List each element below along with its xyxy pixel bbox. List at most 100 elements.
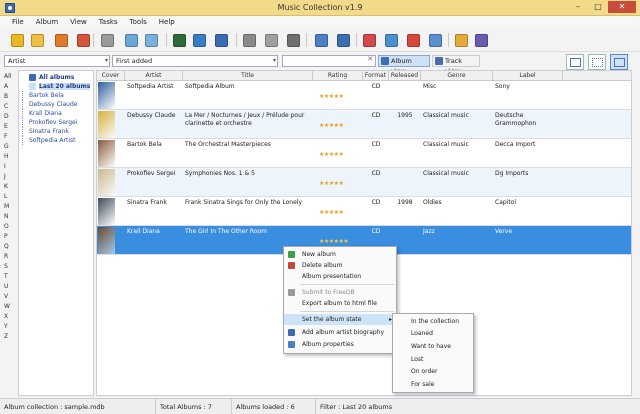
alpha-t[interactable]: T bbox=[4, 272, 16, 282]
close-button[interactable]: ✕ bbox=[608, 1, 636, 13]
alpha-m[interactable]: M bbox=[4, 202, 16, 212]
search-album-button[interactable] bbox=[28, 31, 46, 49]
column-format[interactable]: Format bbox=[363, 71, 389, 81]
add-album-button[interactable] bbox=[8, 31, 26, 49]
menu-export-html[interactable]: Export album to html file bbox=[284, 298, 396, 309]
menu-add-biography[interactable]: Add album artist biography bbox=[284, 327, 396, 338]
alpha-e[interactable]: E bbox=[4, 122, 16, 132]
layout-cover-button[interactable] bbox=[566, 54, 584, 70]
tree-last-20-albums[interactable]: Last 20 albums bbox=[19, 82, 93, 91]
table-row[interactable]: Bartok Bela The Orchestral Masterpieces CD… bbox=[97, 139, 631, 168]
column-rating[interactable]: Rating bbox=[313, 71, 363, 81]
menu-album[interactable]: Album bbox=[30, 16, 64, 28]
folder-button[interactable] bbox=[212, 31, 230, 49]
rating-stars[interactable]: ★★★★★ bbox=[319, 93, 344, 100]
column-genre[interactable]: Genre bbox=[421, 71, 493, 81]
alpha-p[interactable]: P bbox=[4, 232, 16, 242]
table-row[interactable]: Debussy Claude La Mer / Nocturnes / Jeux … bbox=[97, 110, 631, 139]
alpha-v[interactable]: V bbox=[4, 292, 16, 302]
column-cover[interactable]: Cover bbox=[97, 71, 125, 81]
tree-artist-item[interactable]: Krall Diana bbox=[19, 109, 93, 118]
alpha-l[interactable]: L bbox=[4, 192, 16, 202]
alpha-all[interactable]: All bbox=[4, 72, 16, 82]
find-button[interactable] bbox=[122, 31, 140, 49]
field-select[interactable]: Artist ▾ bbox=[4, 55, 110, 67]
menu-tasks[interactable]: Tasks bbox=[93, 16, 124, 28]
rating-stars[interactable]: ★★★★★★ bbox=[319, 238, 349, 245]
rating-stars[interactable]: ★★★★★ bbox=[319, 180, 344, 187]
alpha-y[interactable]: Y bbox=[4, 322, 16, 332]
alpha-k[interactable]: K bbox=[4, 182, 16, 192]
users-button[interactable] bbox=[452, 31, 470, 49]
menu-set-album-state[interactable]: Set the album state ▸ bbox=[284, 314, 396, 325]
alpha-h[interactable]: H bbox=[4, 152, 16, 162]
state-for-sale[interactable]: For sale bbox=[393, 379, 473, 391]
magnifier-button[interactable] bbox=[334, 31, 352, 49]
maximize-button[interactable]: □ bbox=[588, 1, 608, 13]
presentation-button[interactable] bbox=[312, 31, 330, 49]
alpha-a[interactable]: A bbox=[4, 82, 16, 92]
menu-delete-album[interactable]: Delete album bbox=[284, 260, 396, 271]
menu-tools[interactable]: Tools bbox=[124, 16, 153, 28]
table-row[interactable]: Softpedia Artist Softpedia Album CD Misc Son… bbox=[97, 81, 631, 110]
download-button[interactable] bbox=[98, 31, 116, 49]
column-label[interactable]: Label bbox=[493, 71, 563, 81]
alpha-i[interactable]: I bbox=[4, 162, 16, 172]
menu-album-properties[interactable]: Album properties bbox=[284, 339, 396, 350]
tracks-button[interactable] bbox=[190, 31, 208, 49]
print-button[interactable] bbox=[240, 31, 258, 49]
layout-grid-button[interactable] bbox=[588, 54, 606, 70]
alpha-d[interactable]: D bbox=[4, 112, 16, 122]
calendar-button[interactable] bbox=[360, 31, 378, 49]
alpha-q[interactable]: Q bbox=[4, 242, 16, 252]
table-row[interactable]: Sinatra Frank Frank Sinatra Sings for Onl… bbox=[97, 197, 631, 226]
state-want-to-have[interactable]: Want to have bbox=[393, 341, 473, 353]
alpha-o[interactable]: O bbox=[4, 222, 16, 232]
notes-button[interactable] bbox=[382, 31, 400, 49]
state-in-collection[interactable]: In the collection bbox=[393, 316, 473, 328]
album-view-button[interactable]: Album view bbox=[378, 55, 430, 75]
rating-stars[interactable]: ★★★★★ bbox=[319, 209, 344, 216]
track-view-button[interactable]: Track view bbox=[432, 55, 480, 75]
export-button[interactable] bbox=[284, 31, 302, 49]
table-row[interactable]: Prokofiev Sergei Symphonies Nos. 1 & 5 CD C… bbox=[97, 168, 631, 197]
state-lost[interactable]: Lost bbox=[393, 354, 473, 366]
minimize-button[interactable]: – bbox=[568, 1, 588, 13]
column-artist[interactable]: Artist bbox=[125, 71, 183, 81]
menu-album-presentation[interactable]: Album presentation bbox=[284, 271, 396, 282]
books-button[interactable] bbox=[472, 31, 490, 49]
web-search-button[interactable] bbox=[142, 31, 160, 49]
alpha-n[interactable]: N bbox=[4, 212, 16, 222]
alpha-c[interactable]: C bbox=[4, 102, 16, 112]
tree-artist-item[interactable]: Softpedia Artist bbox=[19, 136, 93, 145]
column-title[interactable]: Title bbox=[183, 71, 313, 81]
column-released[interactable]: Released bbox=[389, 71, 421, 81]
tree-artist-item[interactable]: Bartok Bela bbox=[19, 91, 93, 100]
rating-stars[interactable]: ★★★★★ bbox=[319, 122, 344, 129]
alpha-f[interactable]: F bbox=[4, 132, 16, 142]
tree-all-albums[interactable]: All albums bbox=[19, 73, 93, 82]
tree-artist-item[interactable]: Prokofiev Sergei bbox=[19, 118, 93, 127]
alpha-j[interactable]: J bbox=[4, 172, 16, 182]
tree-artist-item[interactable]: Sinatra Frank bbox=[19, 127, 93, 136]
search-input[interactable]: ✕ bbox=[282, 55, 376, 67]
state-on-order[interactable]: On order bbox=[393, 366, 473, 378]
alpha-r[interactable]: R bbox=[4, 252, 16, 262]
rating-stars[interactable]: ★★★★★ bbox=[319, 151, 344, 158]
menu-help[interactable]: Help bbox=[153, 16, 181, 28]
clear-search-icon[interactable]: ✕ bbox=[367, 55, 373, 63]
alpha-s[interactable]: S bbox=[4, 262, 16, 272]
statistics-button[interactable] bbox=[404, 31, 422, 49]
menu-view[interactable]: View bbox=[64, 16, 93, 28]
menu-file[interactable]: File bbox=[6, 16, 30, 28]
alpha-w[interactable]: W bbox=[4, 302, 16, 312]
delete-album-button[interactable] bbox=[74, 31, 92, 49]
sort-select[interactable]: First added ▾ bbox=[112, 55, 278, 67]
tree-artist-item[interactable]: Debussy Claude bbox=[19, 100, 93, 109]
alpha-x[interactable]: X bbox=[4, 312, 16, 322]
state-loaned[interactable]: Loaned bbox=[393, 328, 473, 340]
alpha-u[interactable]: U bbox=[4, 282, 16, 292]
layout-list-button[interactable] bbox=[610, 54, 628, 70]
alpha-b[interactable]: B bbox=[4, 92, 16, 102]
scanner-button[interactable] bbox=[262, 31, 280, 49]
